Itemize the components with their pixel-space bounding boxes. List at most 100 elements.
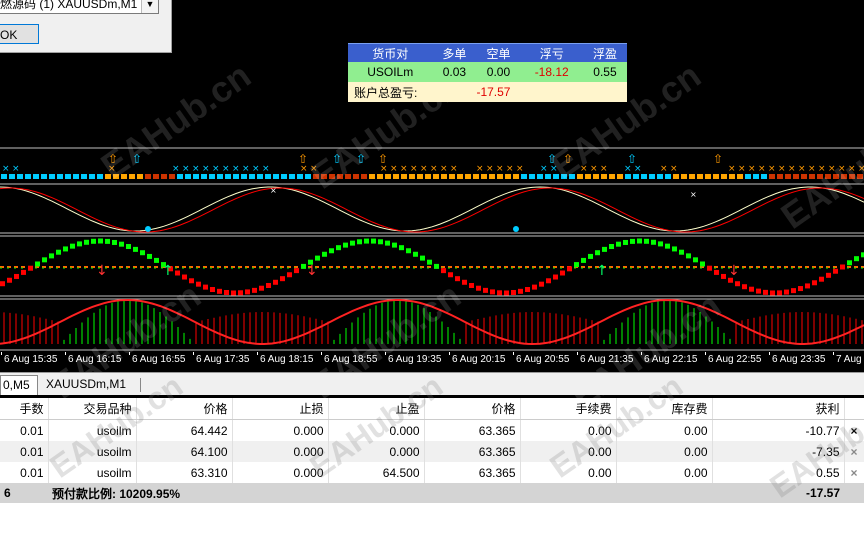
trend-dot — [70, 243, 75, 249]
signal-cross-icon: × — [670, 164, 678, 174]
signal-cross-icon: × — [590, 164, 598, 174]
trend-dot — [714, 269, 719, 275]
trend-dot — [651, 239, 656, 245]
trend-dot — [791, 288, 796, 294]
time-axis-label: 6 Aug 22:15 — [644, 354, 698, 365]
signal-cross-icon: × — [788, 164, 796, 174]
signal-block — [841, 174, 847, 179]
trend-dot — [532, 284, 537, 290]
signal-block — [337, 174, 343, 179]
signal-block — [297, 174, 303, 179]
trend-dot — [847, 260, 852, 266]
signal-cross-icon: × — [450, 164, 458, 174]
trend-dot — [602, 246, 607, 252]
trend-dot — [812, 280, 817, 286]
order-swap: 0.00 — [616, 419, 713, 441]
trend-dot — [56, 249, 61, 255]
signal-arrow-icon: ⇧ — [298, 152, 308, 166]
chart-area[interactable]: × × × × × × × × × × × × × × × × × × × × × × × × × × × × × × × × × × × × × × × ×… — [0, 0, 864, 417]
signal-block — [161, 174, 167, 179]
trend-dot — [378, 239, 383, 245]
signal-block — [121, 174, 127, 179]
signal-block — [313, 174, 319, 179]
trend-dot — [77, 241, 82, 247]
signal-cross-icon: × — [400, 164, 408, 174]
stats-header-buy: 多单 — [432, 43, 477, 62]
trend-dot — [406, 248, 411, 254]
tab-usoilm-m5[interactable]: 0,M5 — [0, 375, 38, 395]
close-order-icon[interactable]: × — [844, 462, 864, 483]
close-order-icon[interactable]: × — [844, 419, 864, 441]
col-header-current-price[interactable]: 价格 — [424, 398, 521, 420]
signal-block — [825, 174, 831, 179]
signal-block — [817, 174, 823, 179]
trend-dot — [105, 238, 110, 244]
col-header-stop-loss[interactable]: 止损 — [232, 398, 329, 420]
trend-dot — [756, 288, 761, 294]
signal-block — [129, 174, 135, 179]
signal-cross-icon: × — [496, 164, 504, 174]
trend-arrow-icon: ↑ — [596, 263, 608, 279]
signal-arrow-icon: ⇧ — [356, 152, 366, 166]
order-commission: 0.00 — [520, 462, 617, 483]
signal-block — [57, 174, 63, 179]
tab-xauusdm-m1[interactable]: XAUUSDm,M1 — [40, 375, 146, 394]
col-header-swap[interactable]: 库存费 — [616, 398, 713, 420]
oscillator-cross-icon: × — [270, 186, 277, 195]
stats-loss: -18.12 — [520, 62, 583, 82]
signal-block — [65, 174, 71, 179]
signal-block — [625, 174, 631, 179]
col-header-commission[interactable]: 手续费 — [520, 398, 617, 420]
signal-block — [345, 174, 351, 179]
order-volume: 0.01 — [0, 441, 49, 462]
signal-block — [585, 174, 591, 179]
trend-dot — [21, 269, 26, 275]
table-row[interactable]: 0.01 usoilm 64.442 0.000 0.000 63.365 0.… — [0, 419, 864, 441]
trend-dot — [259, 285, 264, 291]
time-axis-tick — [833, 352, 834, 355]
signal-cross-icon: × — [818, 164, 826, 174]
stats-header-sell: 空单 — [476, 43, 521, 62]
close-order-icon[interactable]: × — [844, 441, 864, 462]
trend-arrow-icon: ↑ — [162, 263, 174, 279]
trend-dot — [609, 244, 614, 250]
table-row[interactable]: 0.01 usoilm 64.100 0.000 0.000 63.365 0.… — [0, 441, 864, 462]
time-axis-label: 7 Aug — [836, 354, 862, 365]
stats-row: USOILm 0.03 0.00 -18.12 0.55 — [348, 62, 627, 82]
chevron-down-icon[interactable]: ▼ — [141, 0, 158, 13]
trend-dot — [693, 257, 698, 263]
trend-arrow-icon: ↓ — [728, 263, 740, 279]
trend-dot — [749, 286, 754, 292]
indicator-select[interactable]: 燃源码 (1) XAUUSDm,M1 ▼ — [0, 0, 159, 14]
signal-block — [801, 174, 807, 179]
signal-cross-icon: × — [768, 164, 776, 174]
trend-dot — [126, 244, 131, 250]
signal-block — [569, 174, 575, 179]
col-header-take-profit[interactable]: 止盈 — [328, 398, 425, 420]
col-header-volume[interactable]: 手数 — [0, 398, 49, 420]
signal-block — [305, 174, 311, 179]
time-axis: 6 Aug 15:35 6 Aug 16:15 6 Aug 16:55 6 Aug 1… — [0, 352, 864, 370]
trend-dot — [357, 239, 362, 245]
trend-dot — [322, 251, 327, 257]
signal-block — [649, 174, 655, 179]
col-header-symbol[interactable]: 交易品种 — [48, 398, 137, 420]
trend-dot — [231, 290, 236, 296]
order-take-profit: 64.500 — [328, 462, 425, 483]
signal-block — [609, 174, 615, 179]
signal-block — [553, 174, 559, 179]
signal-arrow-icon: ⇧ — [563, 152, 573, 166]
col-header-open-price[interactable]: 价格 — [136, 398, 233, 420]
trend-dot — [7, 277, 12, 283]
oscillator-cross-icon: × — [690, 190, 697, 199]
ok-button[interactable]: OK — [0, 24, 39, 44]
signal-block — [433, 174, 439, 179]
signal-block — [697, 174, 703, 179]
signal-block — [377, 174, 383, 179]
col-header-profit[interactable]: 获利 — [712, 398, 845, 420]
signal-cross-icon: × — [242, 164, 250, 174]
indicator-select-value: 燃源码 (1) XAUUSDm,M1 — [0, 0, 138, 11]
order-current-price: 63.365 — [424, 462, 521, 483]
table-row[interactable]: 0.01 usoilm 63.310 0.000 64.500 63.365 0… — [0, 462, 864, 483]
trend-dot — [798, 286, 803, 292]
